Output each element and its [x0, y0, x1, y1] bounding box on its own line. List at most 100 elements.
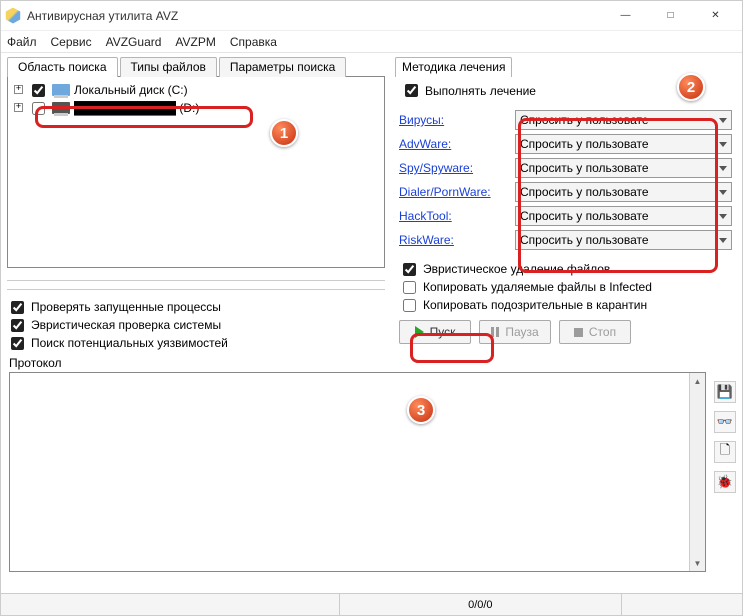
check-heuristics[interactable] [11, 319, 24, 332]
scroll-down-icon[interactable]: ▼ [690, 555, 705, 571]
threat-row-dialer: Dialer/PornWare: Спросить у пользовате [399, 180, 732, 204]
right-tabs: Методика лечения [395, 57, 736, 77]
check-processes[interactable] [11, 301, 24, 314]
protocol-box[interactable]: ▲ ▼ [9, 372, 706, 572]
select-virus[interactable]: Спросить у пользовате [515, 110, 732, 130]
label-perform-treatment: Выполнять лечение [425, 84, 536, 98]
window-title: Антивирусная утилита AVZ [27, 9, 178, 23]
chevron-down-icon [719, 214, 727, 219]
pause-label: Пауза [505, 325, 538, 339]
tree-label-c: Локальный диск (C:) [74, 83, 188, 97]
stop-label: Стоп [589, 325, 616, 339]
menu-help[interactable]: Справка [230, 35, 277, 49]
select-dialer[interactable]: Спросить у пользовате [515, 182, 732, 202]
tab-search-params[interactable]: Параметры поиска [219, 57, 346, 77]
check-copy-quarantine[interactable] [403, 299, 416, 312]
disk-icon [52, 84, 70, 96]
protocol-label: Протокол [1, 352, 742, 372]
tree-row-c[interactable]: Локальный диск (C:) [8, 81, 384, 99]
chevron-down-icon [719, 166, 727, 171]
select-riskware[interactable]: Спросить у пользовате [515, 230, 732, 250]
tree-check-d[interactable] [32, 102, 45, 115]
link-dialer[interactable]: Dialer/PornWare: [399, 185, 507, 199]
left-options: Проверять запущенные процессы Эвристичес… [7, 298, 385, 352]
threat-row-spyware: Spy/Spyware: Спросить у пользовате [399, 156, 732, 180]
link-hacktool[interactable]: HackTool: [399, 209, 507, 223]
threat-row-hacktool: HackTool: Спросить у пользовате [399, 204, 732, 228]
threat-row-riskware: RiskWare: Спросить у пользовате [399, 228, 732, 252]
chevron-down-icon [719, 190, 727, 195]
tool-glasses[interactable]: 👓 [714, 411, 736, 433]
tab-treatment-method[interactable]: Методика лечения [395, 57, 512, 77]
opt-heuristic-delete[interactable]: Эвристическое удаление файлов [399, 260, 736, 278]
scrollbar[interactable]: ▲ ▼ [689, 373, 705, 571]
menu-file[interactable]: Файл [7, 35, 37, 49]
tab-search-area[interactable]: Область поиска [7, 57, 118, 77]
check-vulns[interactable] [11, 337, 24, 350]
minimize-button[interactable]: — [603, 1, 648, 31]
close-button[interactable]: ✕ [693, 1, 738, 31]
tool-bug[interactable]: 🐞 [714, 471, 736, 493]
app-icon [5, 8, 21, 24]
divider [7, 280, 385, 290]
opt-copy-infected[interactable]: Копировать удаляемые файлы в Infected [399, 278, 736, 296]
status-bar: 0/0/0 [1, 593, 742, 615]
scroll-up-icon[interactable]: ▲ [690, 373, 705, 389]
tab-file-types[interactable]: Типы файлов [120, 57, 217, 77]
extra-checks: Эвристическое удаление файлов Копировать… [395, 260, 736, 314]
threat-row-advware: AdvWare: Спросить у пользовате [399, 132, 732, 156]
pause-button[interactable]: Пауза [479, 320, 551, 344]
link-riskware[interactable]: RiskWare: [399, 233, 507, 247]
tool-save[interactable]: 💾 [714, 381, 736, 403]
menu-avzpm[interactable]: AVZPM [175, 35, 215, 49]
check-heuristic-delete[interactable] [403, 263, 416, 276]
tool-doc[interactable]: 🗋 [714, 441, 736, 463]
label-copy-infected: Копировать удаляемые файлы в Infected [423, 280, 652, 294]
chevron-down-icon [719, 238, 727, 243]
start-label: Пуск [430, 325, 456, 339]
tree-row-d[interactable]: ████████████ (D:) [8, 99, 384, 117]
status-counts: 0/0/0 [340, 594, 622, 615]
left-tabs: Область поиска Типы файлов Параметры пои… [7, 57, 385, 77]
disk-icon [52, 102, 70, 114]
stop-icon [574, 328, 583, 337]
status-cell-1 [1, 594, 340, 615]
link-advware[interactable]: AdvWare: [399, 137, 507, 151]
play-icon [415, 326, 424, 338]
opt-vulns[interactable]: Поиск потенциальных уязвимостей [7, 334, 385, 352]
expand-icon[interactable] [14, 103, 23, 112]
pause-icon [491, 327, 499, 337]
menu-avzguard[interactable]: AVZGuard [106, 35, 162, 49]
check-copy-infected[interactable] [403, 281, 416, 294]
link-virus[interactable]: Вирусы: [399, 113, 507, 127]
threat-row-virus: Вирусы: Спросить у пользовате [399, 108, 732, 132]
start-button[interactable]: Пуск [399, 320, 471, 344]
label-heuristics: Эвристическая проверка системы [31, 318, 221, 332]
label-vulns: Поиск потенциальных уязвимостей [31, 336, 228, 350]
status-cell-3 [622, 594, 742, 615]
check-perform-treatment[interactable] [405, 84, 418, 97]
opt-processes[interactable]: Проверять запущенные процессы [7, 298, 385, 316]
stop-button[interactable]: Стоп [559, 320, 631, 344]
label-copy-quarantine: Копировать подозрительные в карантин [423, 298, 647, 312]
threat-grid: Вирусы: Спросить у пользовате AdvWare: С… [395, 106, 736, 256]
label-heuristic-delete: Эвристическое удаление файлов [423, 262, 610, 276]
opt-copy-quarantine[interactable]: Копировать подозрительные в карантин [399, 296, 736, 314]
select-spyware[interactable]: Спросить у пользовате [515, 158, 732, 178]
side-toolbar: 💾 👓 🗋 🐞 [714, 381, 736, 493]
menu-bar: Файл Сервис AVZGuard AVZPM Справка [1, 31, 742, 53]
link-spyware[interactable]: Spy/Spyware: [399, 161, 507, 175]
action-buttons: Пуск Пауза Стоп [395, 320, 736, 344]
label-processes: Проверять запущенные процессы [31, 300, 221, 314]
select-hacktool[interactable]: Спросить у пользовате [515, 206, 732, 226]
select-advware[interactable]: Спросить у пользовате [515, 134, 732, 154]
tree-label-d: ████████████ (D:) [74, 101, 199, 115]
drive-tree[interactable]: Локальный диск (C:) ████████████ (D:) [7, 76, 385, 268]
chevron-down-icon [719, 118, 727, 123]
tree-check-c[interactable] [32, 84, 45, 97]
menu-service[interactable]: Сервис [51, 35, 92, 49]
opt-heuristics[interactable]: Эвристическая проверка системы [7, 316, 385, 334]
checkbox-perform-treatment[interactable]: Выполнять лечение [401, 81, 736, 100]
maximize-button[interactable]: □ [648, 1, 693, 31]
expand-icon[interactable] [14, 85, 23, 94]
